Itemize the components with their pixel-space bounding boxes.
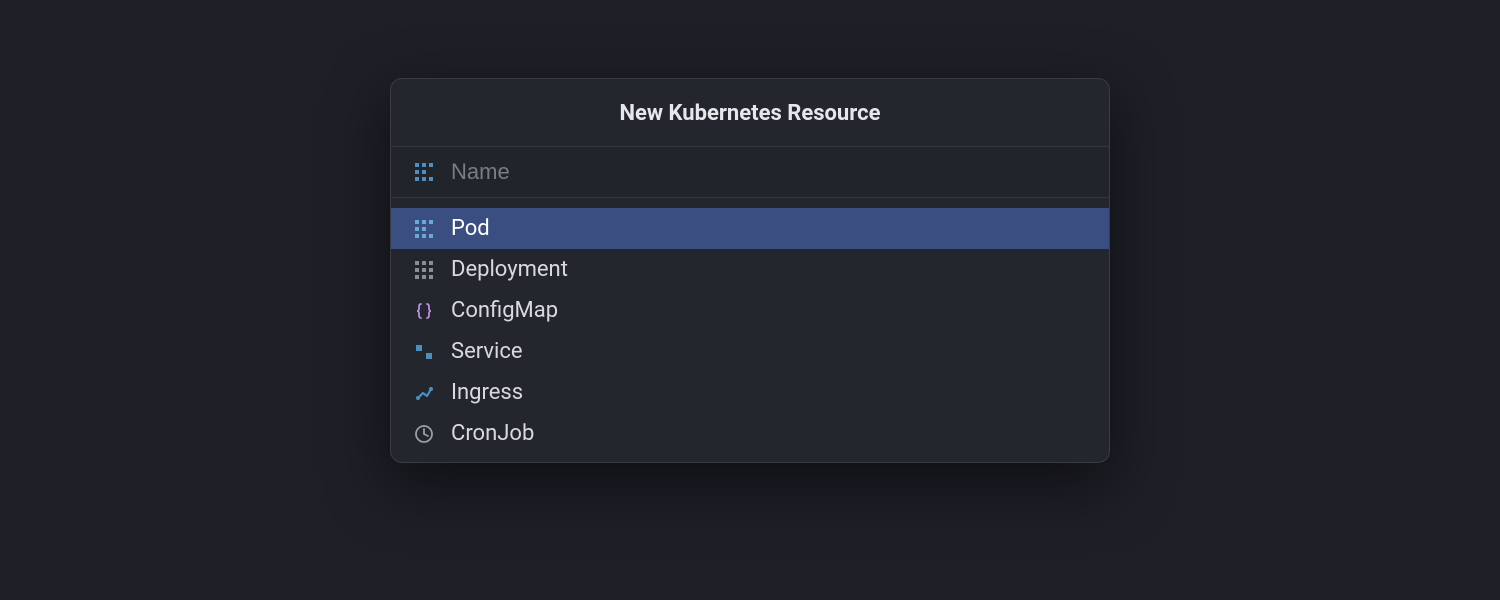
resource-type-list: Pod Deployment Conf — [391, 198, 1109, 462]
braces-icon — [413, 300, 435, 322]
grid-icon — [413, 218, 435, 240]
grid-icon — [413, 161, 435, 183]
new-resource-dialog: New Kubernetes Resource — [390, 78, 1110, 463]
dialog-title: New Kubernetes Resource — [391, 79, 1109, 147]
resource-item-configmap[interactable]: ConfigMap — [391, 290, 1109, 331]
resource-item-pod[interactable]: Pod — [391, 208, 1109, 249]
list-item-label: Deployment — [451, 257, 568, 282]
service-icon — [413, 341, 435, 363]
clock-icon — [413, 423, 435, 445]
list-item-label: Pod — [451, 216, 490, 241]
list-item-label: Ingress — [451, 380, 523, 405]
resource-item-ingress[interactable]: Ingress — [391, 372, 1109, 413]
name-input-row — [391, 147, 1109, 198]
list-item-label: ConfigMap — [451, 298, 558, 323]
resource-item-deployment[interactable]: Deployment — [391, 249, 1109, 290]
list-item-label: CronJob — [451, 421, 534, 446]
ingress-icon — [413, 382, 435, 404]
resource-item-cronjob[interactable]: CronJob — [391, 413, 1109, 454]
name-input[interactable] — [451, 159, 1087, 185]
list-item-label: Service — [451, 339, 523, 364]
resource-item-service[interactable]: Service — [391, 331, 1109, 372]
grid-icon — [413, 259, 435, 281]
